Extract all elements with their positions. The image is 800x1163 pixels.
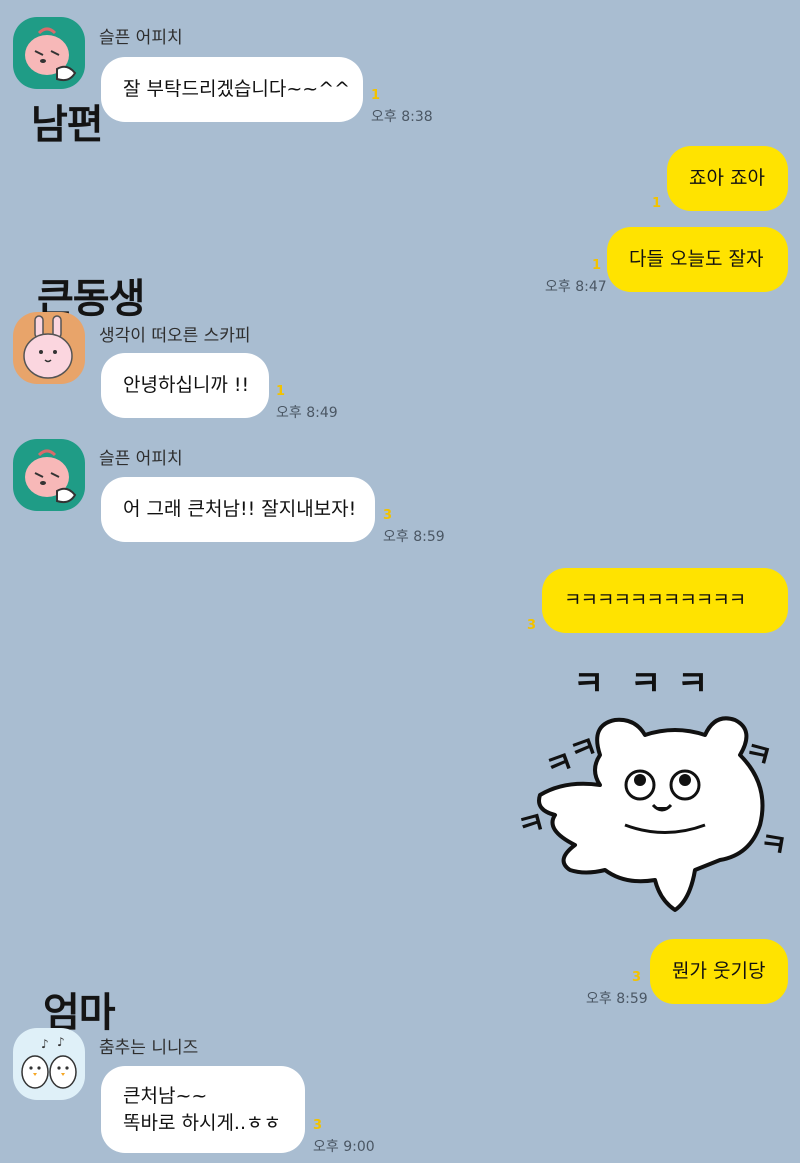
message-bubble-outgoing[interactable]: 뭔가 웃기당 bbox=[650, 939, 788, 1004]
message-bubble-outgoing[interactable]: 죠아 죠아 bbox=[667, 146, 788, 211]
sticker-text: ㅋ bbox=[630, 664, 662, 704]
sender-name: 슬픈 어피치 bbox=[99, 28, 183, 48]
unread-count: 1 bbox=[652, 196, 662, 211]
message-time: 오후 8:47 bbox=[545, 279, 607, 295]
message-time: 오후 8:59 bbox=[383, 529, 445, 545]
unread-count: 3 bbox=[527, 618, 537, 633]
rabbit-avatar-icon bbox=[23, 315, 73, 379]
message-bubble-outgoing[interactable]: 다들 오늘도 잘자 bbox=[607, 227, 788, 292]
message-bubble-outgoing[interactable]: ㅋㅋㅋㅋㅋㅋㅋㅋㅋㅋㅋ bbox=[542, 568, 788, 633]
message-line: 큰처남~~ bbox=[123, 1084, 208, 1107]
message-time: 오후 8:49 bbox=[276, 405, 338, 421]
message-bubble-incoming[interactable]: 큰처남~~ 똑바로 하시게..ㅎㅎ bbox=[101, 1066, 305, 1153]
unread-count: 1 bbox=[371, 88, 381, 103]
apeach-avatar-icon bbox=[25, 27, 77, 82]
svg-text:♪: ♪ bbox=[41, 1037, 49, 1051]
avatar-niniz[interactable]: ♪ ♪ bbox=[13, 1028, 85, 1100]
svg-text:♪: ♪ bbox=[57, 1035, 65, 1049]
message-time: 오후 8:38 bbox=[371, 109, 433, 125]
unread-count: 3 bbox=[632, 970, 642, 985]
avatar-scappy[interactable] bbox=[13, 312, 85, 384]
avatar-apeach[interactable] bbox=[13, 439, 85, 511]
laughing-cat-sticker[interactable]: ㅋ ㅋ ㅋ ㅋ ㅋ ㅋ ㅋ ㅋ bbox=[505, 650, 795, 920]
message-time: 오후 9:00 bbox=[313, 1139, 375, 1155]
message-bubble-incoming[interactable]: 잘 부탁드리겠습니다~~^^ bbox=[101, 57, 363, 122]
unread-count: 1 bbox=[592, 258, 602, 273]
message-time: 오후 8:59 bbox=[586, 991, 648, 1007]
message-bubble-incoming[interactable]: 어 그래 큰처남!! 잘지내보자! bbox=[101, 477, 375, 542]
sticker-text: ㅋ bbox=[677, 664, 709, 704]
dancing-birds-avatar-icon: ♪ ♪ bbox=[21, 1035, 77, 1089]
message-bubble-incoming[interactable]: 안녕하십니까 !! bbox=[101, 353, 269, 418]
sticker-text: ㅋ bbox=[573, 664, 605, 704]
avatar-apeach[interactable] bbox=[13, 17, 85, 89]
caption-husband: 남편 bbox=[31, 102, 104, 148]
unread-count: 1 bbox=[276, 384, 286, 399]
sender-name: 춤추는 니니즈 bbox=[99, 1038, 199, 1058]
apeach-avatar-icon bbox=[25, 449, 77, 504]
unread-count: 3 bbox=[383, 508, 393, 523]
unread-count: 3 bbox=[313, 1118, 323, 1133]
sender-name: 슬픈 어피치 bbox=[99, 449, 183, 469]
message-line: 똑바로 하시게..ㅎㅎ bbox=[123, 1111, 281, 1134]
sender-name: 생각이 떠오른 스카피 bbox=[99, 326, 251, 346]
